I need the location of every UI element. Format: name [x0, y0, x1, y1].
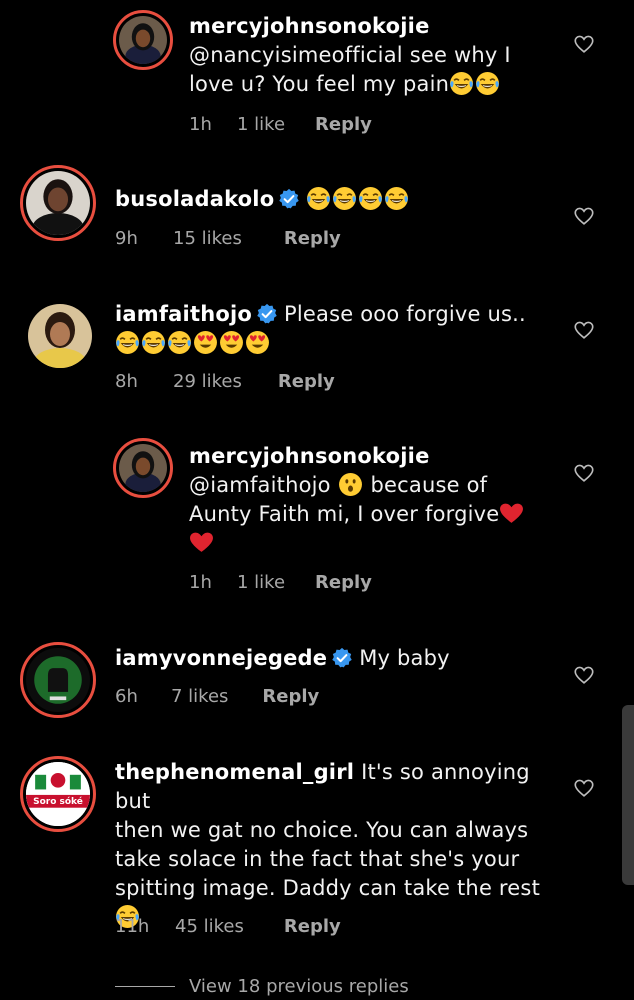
username[interactable]: iamfaithojo: [115, 302, 252, 326]
surprised-emoji: [338, 472, 363, 497]
heart-eyes-emoji: [245, 330, 270, 355]
red-heart-emoji: [499, 501, 524, 526]
comment-text: then we gat no choice. You can always: [115, 818, 529, 842]
like-heart-icon[interactable]: [573, 319, 595, 341]
likes-count[interactable]: 29 likes: [173, 371, 242, 392]
scrollbar-thumb[interactable]: [622, 705, 634, 885]
avatar[interactable]: [113, 438, 173, 498]
comment-meta: 11h 45 likes Reply: [115, 916, 341, 937]
like-heart-icon[interactable]: [573, 205, 595, 227]
heart-eyes-emoji: [193, 330, 218, 355]
timestamp: 11h: [115, 916, 150, 937]
laughing-tears-emoji: [167, 330, 192, 355]
avatar[interactable]: [20, 756, 96, 832]
laughing-tears-emoji: [358, 186, 383, 211]
likes-count[interactable]: 45 likes: [175, 916, 244, 937]
avatar-image: [26, 648, 90, 712]
username[interactable]: busoladakolo: [115, 187, 274, 211]
likes-count[interactable]: 1 like: [237, 114, 285, 135]
avatar-caption: Soro sóké: [33, 797, 83, 807]
avatar[interactable]: [28, 304, 92, 368]
avatar-image: [26, 762, 90, 826]
reply-button[interactable]: Reply: [262, 686, 319, 707]
laughing-tears-emoji: [141, 330, 166, 355]
avatar[interactable]: [20, 165, 96, 241]
avatar[interactable]: [20, 642, 96, 718]
timestamp: 9h: [115, 228, 138, 249]
comment-text: My baby: [359, 646, 450, 670]
comment-text: because of: [370, 473, 488, 497]
username[interactable]: mercyjohnsonokojie: [189, 14, 430, 38]
verified-badge-icon: [256, 303, 278, 325]
laughing-tears-emoji: [449, 71, 474, 96]
reply-button[interactable]: Reply: [284, 916, 341, 937]
like-heart-icon[interactable]: [573, 664, 595, 686]
avatar-image: [28, 304, 92, 368]
divider-line: [115, 986, 175, 987]
comment-body: iamfaithojo Please ooo forgive us..: [115, 300, 555, 358]
likes-count[interactable]: 7 likes: [171, 686, 228, 707]
mention-link[interactable]: @iamfaithojo: [189, 473, 331, 497]
comment-body: mercyjohnsonokojie @iamfaithojo because …: [189, 442, 569, 558]
view-replies-label[interactable]: View 18 previous replies: [189, 976, 409, 997]
timestamp: 1h: [189, 114, 212, 135]
comment-meta: 1h 1 like Reply: [189, 114, 372, 135]
red-heart-emoji: [189, 530, 214, 555]
view-previous-replies-button[interactable]: View 18 previous replies: [115, 976, 409, 997]
comment-body: busoladakolo: [115, 185, 410, 214]
comment-meta: 1h 1 like Reply: [189, 572, 372, 593]
comment-body: thephenomenal_girl It's so annoying but …: [115, 758, 565, 932]
comment-meta: 6h 7 likes Reply: [115, 686, 319, 707]
verified-badge-icon: [331, 647, 353, 669]
like-heart-icon[interactable]: [573, 33, 595, 55]
laughing-tears-emoji: [475, 71, 500, 96]
comment-body: iamyvonnejegede My baby: [115, 644, 450, 673]
reply-button[interactable]: Reply: [284, 228, 341, 249]
comment-meta: 8h 29 likes Reply: [115, 371, 335, 392]
reply-button[interactable]: Reply: [278, 371, 335, 392]
comment-text: spitting image. Daddy can take the rest: [115, 876, 541, 900]
comment-text: see why I: [402, 43, 511, 67]
laughing-tears-emoji: [306, 186, 331, 211]
avatar-image: [119, 444, 167, 492]
mention-link[interactable]: @nancyisimeofficial: [189, 43, 403, 67]
reply-button[interactable]: Reply: [315, 114, 372, 135]
laughing-tears-emoji: [384, 186, 409, 211]
timestamp: 8h: [115, 371, 138, 392]
timestamp: 6h: [115, 686, 138, 707]
likes-count[interactable]: 1 like: [237, 572, 285, 593]
like-heart-icon[interactable]: [573, 462, 595, 484]
like-heart-icon[interactable]: [573, 777, 595, 799]
comment-text: love u? You feel my pain: [189, 72, 450, 96]
avatar-image: [119, 16, 167, 64]
username[interactable]: thephenomenal_girl: [115, 760, 354, 784]
username[interactable]: iamyvonnejegede: [115, 646, 327, 670]
verified-badge-icon: [278, 188, 300, 210]
avatar[interactable]: [113, 10, 173, 70]
username[interactable]: mercyjohnsonokojie: [189, 444, 430, 468]
heart-eyes-emoji: [219, 330, 244, 355]
timestamp: 1h: [189, 572, 212, 593]
avatar-image: [26, 171, 90, 235]
comment-text: take solace in the fact that she's your: [115, 847, 520, 871]
comment-body: mercyjohnsonokojie @nancyisimeofficial s…: [189, 12, 569, 99]
laughing-tears-emoji: [115, 330, 140, 355]
comment-text: Please ooo forgive us..: [284, 302, 526, 326]
comment-meta: 9h 15 likes Reply: [115, 228, 341, 249]
likes-count[interactable]: 15 likes: [173, 228, 242, 249]
laughing-tears-emoji: [332, 186, 357, 211]
reply-button[interactable]: Reply: [315, 572, 372, 593]
comment-text: Aunty Faith mi, I over forgive: [189, 502, 500, 526]
